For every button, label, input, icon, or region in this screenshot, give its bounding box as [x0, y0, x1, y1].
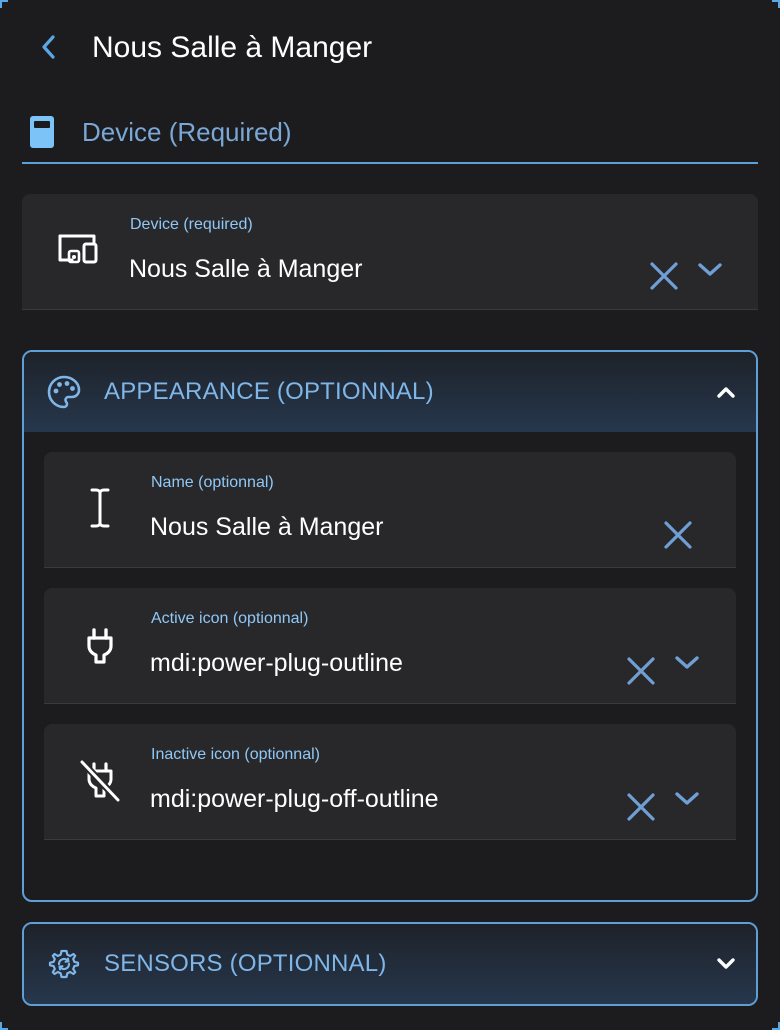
clear-name-button[interactable]: [661, 518, 695, 552]
back-button[interactable]: [34, 30, 62, 64]
close-icon: [627, 657, 655, 685]
chevron-left-icon: [42, 35, 55, 59]
power-plug-outline-icon: [84, 626, 116, 666]
tab-device[interactable]: Device (Required): [22, 104, 758, 164]
palette-icon: [47, 375, 81, 409]
page-title: Nous Salle à Manger: [92, 31, 373, 64]
clear-active-icon-button[interactable]: [624, 654, 658, 688]
device-selector[interactable]: Device (required) Nous Salle à Manger: [22, 194, 758, 310]
corner-marker: [0, 1022, 8, 1030]
inactive-icon-field-label: Inactive icon (optionnal): [151, 746, 320, 763]
clear-inactive-icon-button[interactable]: [624, 790, 658, 824]
tab-device-label: Device (Required): [82, 117, 292, 147]
name-field[interactable]: Name (optionnal) Nous Salle à Manger: [44, 452, 736, 568]
appearance-panel-header[interactable]: APPEARANCE (OPTIONNAL): [24, 352, 756, 432]
devices-icon: [54, 230, 102, 270]
expand-sensors-button[interactable]: [712, 950, 740, 978]
chevron-up-icon: [717, 387, 735, 398]
chevron-down-icon: [717, 958, 735, 969]
active-icon-field[interactable]: Active icon (optionnal) mdi:power-plug-o…: [44, 588, 736, 704]
chevron-down-icon: [698, 263, 722, 276]
inactive-icon-dropdown-toggle[interactable]: [672, 786, 702, 812]
power-plug-off-outline-icon: [78, 758, 122, 804]
device-dropdown-toggle[interactable]: [695, 257, 725, 283]
inactive-icon-field[interactable]: Inactive icon (optionnal) mdi:power-plug…: [44, 724, 736, 840]
active-icon-field-value: mdi:power-plug-outline: [150, 649, 403, 677]
device-field-label: Device (required): [130, 216, 253, 233]
active-icon-dropdown-toggle[interactable]: [672, 650, 702, 676]
chevron-down-icon: [675, 792, 699, 805]
collapse-appearance-button[interactable]: [712, 378, 740, 406]
corner-marker: [772, 1022, 780, 1030]
cog-sync-icon: [48, 949, 80, 979]
device-box-icon: [30, 116, 54, 148]
sensors-panel-header[interactable]: SENSORS (OPTIONNAL): [24, 924, 756, 1004]
close-icon: [664, 521, 692, 549]
device-field-value: Nous Salle à Manger: [129, 255, 363, 283]
name-field-label: Name (optionnal): [151, 474, 274, 491]
name-field-value: Nous Salle à Manger: [150, 513, 384, 541]
appearance-panel: APPEARANCE (OPTIONNAL) Name (optionnal) …: [22, 350, 758, 902]
page-header: Nous Salle à Manger: [0, 0, 780, 96]
appearance-panel-title: APPEARANCE (OPTIONNAL): [104, 378, 434, 405]
sensors-panel: SENSORS (OPTIONNAL): [22, 922, 758, 1006]
chevron-down-icon: [675, 656, 699, 669]
text-cursor-icon: [88, 486, 112, 530]
close-icon: [627, 793, 655, 821]
active-icon-field-label: Active icon (optionnal): [151, 610, 309, 627]
clear-device-button[interactable]: [647, 259, 681, 293]
sensors-panel-title: SENSORS (OPTIONNAL): [104, 950, 387, 977]
close-icon: [650, 262, 678, 290]
inactive-icon-field-value: mdi:power-plug-off-outline: [150, 785, 439, 813]
